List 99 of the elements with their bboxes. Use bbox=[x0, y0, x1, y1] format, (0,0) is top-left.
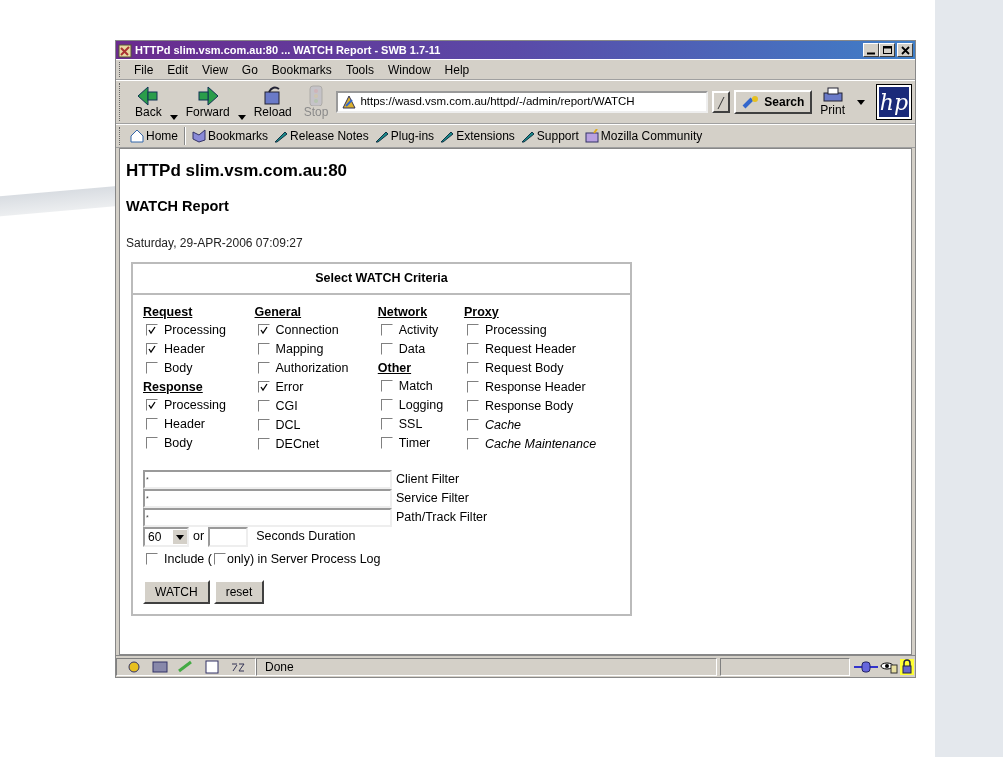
maximize-icon bbox=[882, 46, 892, 54]
checkbox-label: DCL bbox=[275, 416, 301, 434]
menu-item[interactable]: Window bbox=[380, 60, 438, 79]
menu-item[interactable]: View bbox=[195, 60, 235, 79]
toolbar-button[interactable]: Reload bbox=[249, 84, 296, 120]
logo: hp bbox=[877, 85, 911, 119]
bookmark-link[interactable]: Support bbox=[517, 127, 582, 145]
menu-item[interactable]: Tools bbox=[338, 60, 381, 79]
bookmark-link[interactable]: Home bbox=[127, 127, 181, 145]
checkbox-label: Cache bbox=[484, 416, 522, 434]
form-button[interactable]: WATCH bbox=[143, 580, 210, 605]
checkbox-label: Logging bbox=[398, 396, 444, 414]
duration-field[interactable] bbox=[208, 526, 249, 547]
back-arrow-icon bbox=[136, 84, 161, 107]
menu-item[interactable]: Bookmarks bbox=[264, 60, 339, 79]
checkbox-label: Header bbox=[164, 415, 205, 433]
group-heading: General bbox=[254, 303, 303, 321]
checkbox-label: Connection bbox=[275, 321, 339, 339]
dropdown-icon bbox=[717, 95, 726, 110]
link-icon bbox=[274, 129, 289, 143]
caret-icon bbox=[173, 529, 187, 544]
checkbox-label: Data bbox=[398, 340, 426, 358]
field-label: Path/Track Filter bbox=[396, 508, 488, 526]
checkbox-label: Response Body bbox=[484, 397, 574, 415]
checkbox-label: Header bbox=[164, 340, 205, 358]
checkbox-label: only) in Server Process Log bbox=[226, 550, 381, 568]
print-button[interactable]: Print bbox=[816, 86, 849, 118]
close-button[interactable] bbox=[897, 43, 913, 57]
lock-icon[interactable] bbox=[899, 657, 915, 676]
checkbox-label: Include ( bbox=[164, 550, 212, 568]
checkbox-label: Match bbox=[398, 377, 433, 395]
field-label: Service Filter bbox=[396, 489, 469, 507]
dropdown-button[interactable] bbox=[712, 91, 731, 113]
group-heading: Proxy bbox=[463, 303, 500, 321]
form-button[interactable]: reset bbox=[213, 580, 265, 605]
group-heading: Network bbox=[377, 303, 429, 321]
menu-item[interactable]: Edit bbox=[160, 60, 196, 79]
field-label: Client Filter bbox=[396, 470, 460, 488]
checkbox-label: Mapping bbox=[275, 340, 324, 358]
field-label: Seconds Duration bbox=[256, 528, 356, 546]
duration-select[interactable]: 60 bbox=[143, 526, 189, 547]
menu-item[interactable]: File bbox=[127, 60, 161, 79]
checkbox-label: Authorization bbox=[275, 359, 349, 377]
checkbox-label: Activity bbox=[398, 321, 439, 339]
folder-icon bbox=[584, 129, 599, 143]
printer-icon bbox=[821, 86, 844, 105]
bookmark-link[interactable]: Mozilla Community bbox=[581, 127, 706, 145]
checkbox-label: Processing bbox=[164, 396, 226, 414]
link-icon bbox=[440, 129, 455, 143]
checkbox-label: Request Body bbox=[484, 359, 564, 377]
date-text: Saturday, 29-APR-2006 07:09:27 bbox=[126, 234, 304, 252]
group-heading: Other bbox=[377, 359, 413, 377]
maximize-button[interactable] bbox=[879, 43, 895, 57]
search-button[interactable]: Search bbox=[734, 90, 813, 114]
caret-icon[interactable] bbox=[169, 114, 178, 120]
window-title: HTTPd slim.vsm.com.au:80 ... WATCH Report - SWB 1.7-11 bbox=[135, 42, 442, 58]
toolbar-button[interactable]: Forward bbox=[181, 84, 234, 120]
caret-icon[interactable] bbox=[857, 99, 865, 105]
bookmark-link[interactable]: Bookmarks bbox=[189, 127, 272, 145]
menu-item[interactable]: Go bbox=[234, 60, 265, 79]
url-field[interactable]: https://wasd.vsm.com.au/httpd/-/admin/report/WATCH bbox=[336, 91, 709, 113]
page-heading: HTTPd slim.vsm.com.au:80 bbox=[126, 161, 349, 182]
home-icon bbox=[130, 129, 144, 143]
site-icon bbox=[342, 95, 357, 110]
bookmark-link[interactable]: Release Notes bbox=[271, 127, 372, 145]
search-icon bbox=[742, 95, 761, 109]
checkbox-label: Timer bbox=[398, 434, 431, 452]
checkbox-label: Body bbox=[164, 359, 193, 377]
checkbox-label: Processing bbox=[164, 321, 226, 339]
minimize-icon bbox=[867, 51, 875, 55]
caret-icon[interactable] bbox=[237, 114, 246, 120]
or-text: or bbox=[193, 528, 205, 546]
bookmarks-icon bbox=[192, 129, 206, 143]
connection-icon[interactable] bbox=[853, 658, 879, 675]
bookmark-link[interactable]: Extensions bbox=[437, 127, 518, 145]
checkbox-label: CGI bbox=[275, 397, 298, 415]
group-heading: Response bbox=[143, 378, 204, 396]
checkbox-label: SSL bbox=[398, 415, 423, 433]
close-icon bbox=[900, 45, 910, 55]
checkbox-label: Body bbox=[164, 434, 193, 452]
panel-title: Select WATCH Criteria bbox=[133, 263, 630, 295]
forward-arrow-icon bbox=[195, 84, 220, 107]
url-text: https://wasd.vsm.com.au/httpd/-/admin/report/WATCH bbox=[360, 94, 636, 110]
checkbox-label: Error bbox=[275, 378, 304, 396]
bookmark-link[interactable]: Plug-ins bbox=[371, 127, 438, 145]
toolbar-button[interactable]: Back bbox=[131, 84, 166, 120]
checkbox-label: Request Header bbox=[484, 340, 576, 358]
app-icon bbox=[118, 43, 132, 58]
link-icon bbox=[374, 129, 389, 143]
checkbox-label: Response Header bbox=[484, 378, 586, 396]
status-text: Done bbox=[256, 657, 717, 676]
minimize-button[interactable] bbox=[863, 43, 879, 57]
report-heading: WATCH Report bbox=[126, 198, 230, 216]
menu-item[interactable]: Help bbox=[437, 60, 477, 79]
checkbox-label: Processing bbox=[484, 321, 547, 339]
checkbox-label: Cache Maintenance bbox=[484, 435, 597, 453]
checkbox-label: DECnet bbox=[275, 435, 320, 453]
group-heading: Request bbox=[143, 303, 194, 321]
link-icon bbox=[520, 129, 535, 143]
